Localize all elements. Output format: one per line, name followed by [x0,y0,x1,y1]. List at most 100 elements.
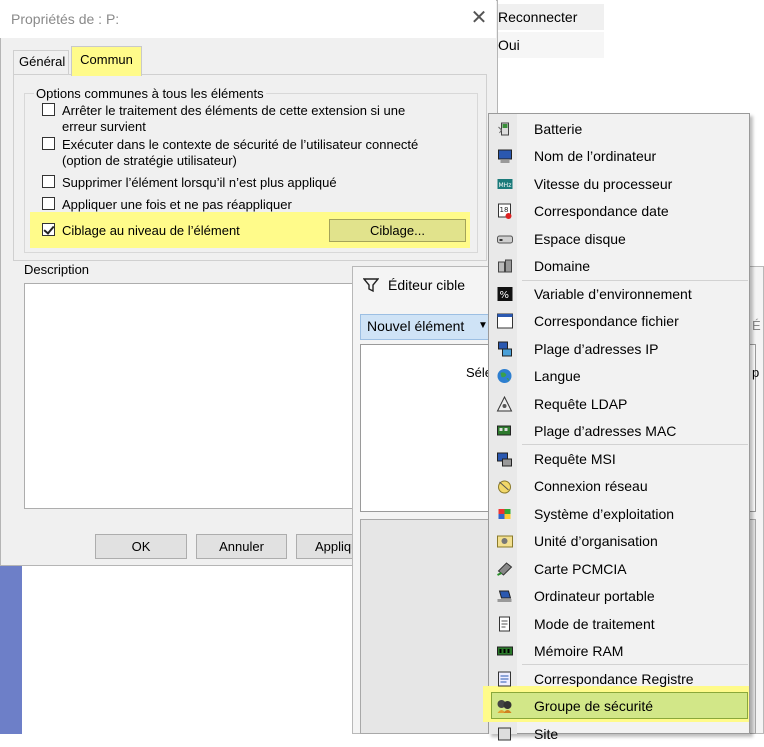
checkbox[interactable] [42,197,55,210]
background-cell-reconnect: Reconnecter [496,4,604,30]
background-window-edge [0,560,22,734]
domain-icon [498,259,512,273]
checkbox[interactable] [42,137,55,150]
menu-item-pcmcia[interactable]: Carte PCMCIA [489,556,749,582]
close-icon[interactable]: ✕ [466,6,492,30]
svg-text:%: % [500,290,510,301]
menu-item-network-card[interactable]: Plage d’adresses MAC [489,418,749,444]
network-icon [498,341,512,357]
svg-text:MHz: MHz [499,182,512,189]
ldap-icon [496,396,513,412]
menu-item-label: Groupe de sécurité [534,698,654,714]
targeting-button[interactable]: Ciblage... [329,219,466,242]
windows-icon [498,509,511,519]
menu-item-domain[interactable]: Domaine [489,253,749,279]
menu-item-network-connection[interactable]: Connexion réseau [489,473,749,499]
ok-button[interactable]: OK [95,534,187,559]
menu-item-label: Langue [534,368,581,384]
menu-item-ram[interactable]: Mémoire RAM [489,638,749,664]
menu-item-laptop[interactable]: Ordinateur portable [489,583,749,609]
cancel-button[interactable]: Annuler [196,534,287,559]
menu-item-file-window[interactable]: Correspondance fichier [489,308,749,334]
menu-separator [522,664,748,665]
menu-item-label: Domaine [534,258,591,274]
menu-item-cpu[interactable]: MHz Vitesse du processeur [489,171,749,197]
menu-item-label: Requête LDAP [534,396,628,412]
menu-item-percent[interactable]: % Variable d’environnement [489,281,749,307]
computer-icon [498,149,512,163]
menu-item-label: Ordinateur portable [534,588,655,604]
menu-item-ou[interactable]: Unité d’organisation [489,528,749,554]
checkbox[interactable] [42,103,55,116]
menu-item-windows[interactable]: Système d’exploitation [489,501,749,527]
toolbar-fragment: É [752,318,761,333]
menu-item-label: Connexion réseau [534,478,648,494]
chevron-down-icon[interactable]: ▼ [478,320,488,331]
menu-item-label: Plage d’adresses MAC [534,423,677,439]
cpu-icon: MHz [497,179,513,189]
panel-text-fragment-right: p [752,365,760,380]
network-card-icon [497,425,511,436]
security-group-icon [497,700,512,713]
background-cell-yes: Oui [496,32,604,58]
properties-dialog-title: Propriétés de : P: [11,11,120,27]
menu-item-label: Espace disque [534,231,626,247]
percent-icon: % [497,287,513,301]
menu-item-calendar[interactable]: 18 Correspondance date [489,198,749,224]
disk-icon [497,235,513,244]
filter-icon [363,278,379,293]
menu-item-label: Correspondance fichier [534,313,679,329]
svg-text:18: 18 [500,206,509,214]
menu-item-computer[interactable]: Nom de l’ordinateur [489,143,749,169]
menu-item-msi[interactable]: Requête MSI [489,446,749,472]
menu-item-label: Batterie [534,121,583,137]
background-table: Reconnecter Oui [496,3,604,58]
menu-item-disk[interactable]: Espace disque [489,226,749,252]
description-label: Description [24,262,90,277]
globe-icon [497,369,512,383]
menu-item-battery[interactable]: Batterie [489,116,749,142]
option-label-cont: erreur survient [62,119,146,134]
menu-item-label: Unité d’organisation [534,533,658,549]
menu-item-label: Correspondance date [534,203,669,219]
msi-icon [497,452,512,467]
menu-separator [522,444,748,445]
site-icon [498,727,511,741]
menu-item-registry[interactable]: Correspondance Registre [489,666,749,692]
menu-item-ldap[interactable]: Requête LDAP [489,391,749,417]
menu-item-network[interactable]: Plage d’adresses IP [489,336,749,362]
registry-icon [498,671,511,687]
target-editor-title: Éditeur cible [388,277,466,293]
menu-item-label: Carte PCMCIA [534,561,627,577]
option-label: Supprimer l’élément lorsqu’il n’est plus… [62,175,337,190]
pcmcia-icon [497,562,513,576]
new-item-button[interactable]: Nouvel élément [367,318,464,334]
tab-commun[interactable]: Commun [71,46,142,76]
menu-item-security-group[interactable]: Groupe de sécurité [489,693,749,719]
option-label: Arrêter le traitement des éléments de ce… [62,103,406,118]
menu-item-label: Mémoire RAM [534,643,624,659]
tab-general[interactable]: Général [13,50,69,74]
menu-item-site[interactable]: Site [489,721,749,747]
checkbox[interactable] [42,175,55,188]
menu-item-label: Plage d’adresses IP [534,341,659,357]
menu-item-processing-mode[interactable]: Mode de traitement [489,611,749,637]
battery-icon [498,122,509,136]
checkbox-checked[interactable] [42,223,55,236]
ou-icon [497,535,513,548]
option-label: Ciblage au niveau de l’élément [62,223,240,238]
option-label: Appliquer une fois et ne pas réappliquer [62,197,292,212]
menu-item-label: Nom de l’ordinateur [534,148,657,164]
menu-item-label: Système d’exploitation [534,506,675,522]
menu-item-label: Mode de traitement [534,616,655,632]
menu-item-label: Correspondance Registre [534,671,694,687]
file-window-icon [497,313,513,329]
menu-item-label: Vitesse du processeur [534,176,673,192]
laptop-icon [497,590,512,602]
option-label-cont: (option de stratégie utilisateur) [62,153,237,168]
common-options-group-title: Options communes à tous les éléments [34,86,266,101]
ram-icon [497,646,513,656]
menu-item-label: Variable d’environnement [534,286,692,302]
menu-item-globe[interactable]: Langue [489,363,749,389]
menu-item-label: Site [534,726,559,742]
